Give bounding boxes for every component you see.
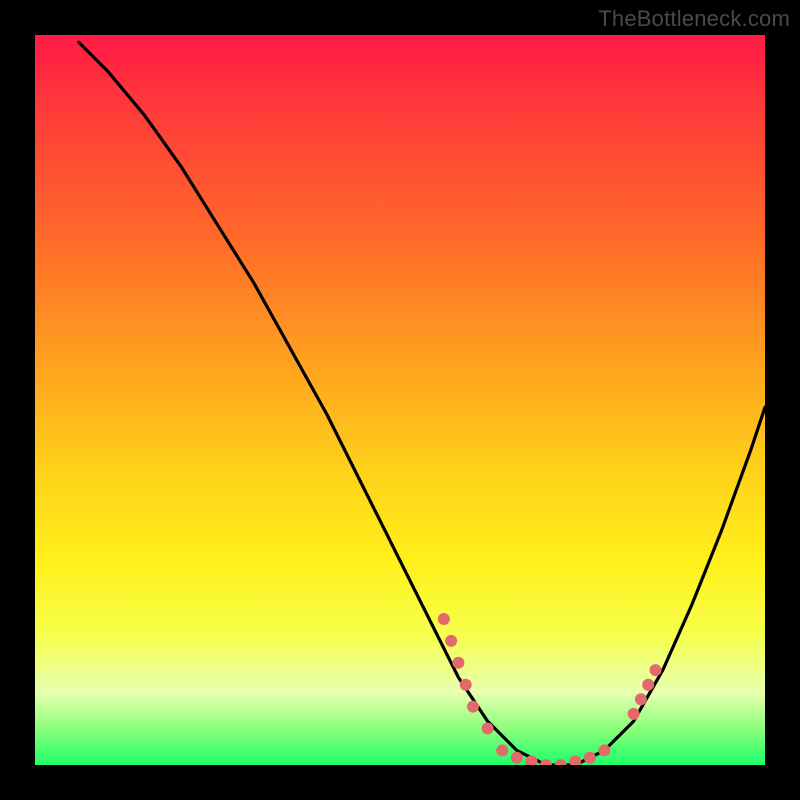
data-point xyxy=(555,759,567,765)
watermark-text: TheBottleneck.com xyxy=(598,6,790,32)
data-point xyxy=(650,664,662,676)
data-point xyxy=(496,744,508,756)
data-point xyxy=(452,657,464,669)
data-point xyxy=(482,723,494,735)
data-point xyxy=(445,635,457,647)
data-point xyxy=(628,708,640,720)
data-point xyxy=(635,693,647,705)
chart-svg xyxy=(35,35,765,765)
data-point xyxy=(467,701,479,713)
data-point xyxy=(460,679,472,691)
data-point xyxy=(540,759,552,765)
bottleneck-curve xyxy=(79,42,765,765)
chart-plot-area xyxy=(35,35,765,765)
data-point xyxy=(569,755,581,765)
data-point xyxy=(642,679,654,691)
chart-frame: TheBottleneck.com xyxy=(0,0,800,800)
data-point xyxy=(598,744,610,756)
data-point xyxy=(438,613,450,625)
data-point xyxy=(511,752,523,764)
data-point xyxy=(584,752,596,764)
